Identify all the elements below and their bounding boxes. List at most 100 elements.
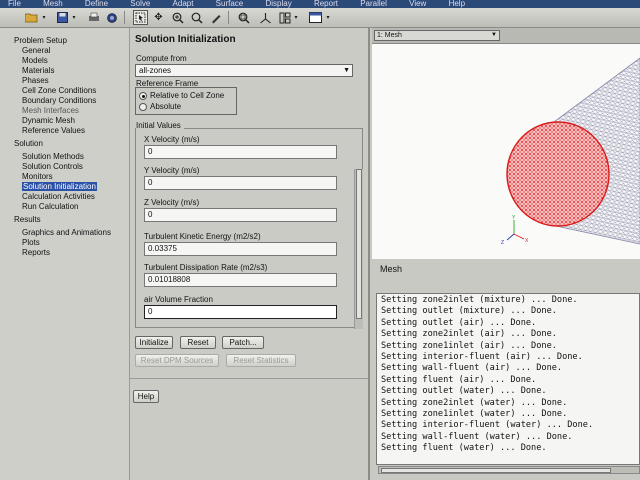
- move-icon[interactable]: ✥: [151, 10, 166, 25]
- chevron-down-icon[interactable]: ▾: [70, 10, 78, 25]
- compute-from-dropdown[interactable]: all-zones ▼: [135, 64, 353, 77]
- initialize-button[interactable]: Initialize: [135, 336, 173, 349]
- menu-mesh[interactable]: Mesh: [43, 0, 63, 8]
- console-line: Setting interior-fluent (water) ... Done…: [381, 420, 594, 431]
- tree-item-solution-initialization[interactable]: Solution Initialization: [0, 182, 129, 192]
- svg-text:X: X: [525, 238, 529, 244]
- print-icon[interactable]: [86, 10, 101, 25]
- reset-statistics-button[interactable]: Reset Statistics: [226, 354, 296, 367]
- radio-relative-to-cell-zone[interactable]: Relative to Cell Zone: [139, 91, 224, 100]
- field-label: Y Velocity (m/s): [144, 166, 200, 175]
- menu-display[interactable]: Display: [265, 0, 291, 8]
- tree-item-mesh-interfaces[interactable]: Mesh Interfaces: [0, 106, 129, 116]
- turbulent-dissipation-rate-input[interactable]: 0.01018808: [144, 273, 337, 287]
- tree-item-monitors[interactable]: Monitors: [0, 172, 129, 182]
- field-label: Turbulent Kinetic Energy (m2/s2): [144, 232, 261, 241]
- tree-item-run-calculation[interactable]: Run Calculation: [0, 202, 129, 212]
- task-panel: Solution Initialization Compute from all…: [130, 28, 370, 480]
- tree-section-results[interactable]: Results: [0, 215, 129, 225]
- menu-bar: File Mesh Define Solve Adapt Surface Dis…: [0, 0, 640, 8]
- tree-item-models[interactable]: Models: [0, 56, 129, 66]
- reset-dpm-sources-button[interactable]: Reset DPM Sources: [135, 354, 219, 367]
- tree-section-problem-setup[interactable]: Problem Setup: [0, 36, 129, 46]
- air-volume-fraction-input[interactable]: 0: [144, 305, 337, 319]
- menu-parallel[interactable]: Parallel: [360, 0, 387, 8]
- tree-item-solution-methods[interactable]: Solution Methods: [0, 152, 129, 162]
- tree-item-boundary-conditions[interactable]: Boundary Conditions: [0, 96, 129, 106]
- tree-item-graphics-and-animations[interactable]: Graphics and Animations: [0, 228, 129, 238]
- navigation-tree: Problem Setup General Models Materials P…: [0, 28, 130, 480]
- save-icon[interactable]: [55, 10, 70, 25]
- axes-icon[interactable]: [258, 10, 273, 25]
- chevron-down-icon[interactable]: ▾: [324, 10, 332, 25]
- console-horizontal-scrollbar[interactable]: [378, 466, 640, 474]
- graphics-viewport[interactable]: Y X Z: [372, 44, 640, 259]
- menu-report[interactable]: Report: [314, 0, 338, 8]
- chevron-down-icon: ▼: [343, 67, 350, 74]
- svg-text:Z: Z: [501, 240, 504, 246]
- console-output[interactable]: Setting zone2inlet (mixture) ... Done. Se…: [376, 293, 640, 465]
- tree-item-calculation-activities[interactable]: Calculation Activities: [0, 192, 129, 202]
- scrollbar-thumb[interactable]: [356, 169, 362, 319]
- zoom-icon[interactable]: [189, 10, 204, 25]
- chevron-down-icon[interactable]: ▾: [292, 10, 300, 25]
- tree-item-phases[interactable]: Phases: [0, 76, 129, 86]
- graphics-window-selected: 1: Mesh: [377, 32, 402, 39]
- tree-section-solution[interactable]: Solution: [0, 139, 129, 149]
- pointer-icon[interactable]: [133, 10, 148, 25]
- radio-label: Absolute: [150, 102, 182, 111]
- probe-icon[interactable]: [208, 10, 223, 25]
- menu-define[interactable]: Define: [85, 0, 108, 8]
- console-line: Setting zone1inlet (water) ... Done.: [381, 409, 568, 420]
- tree-item-plots[interactable]: Plots: [0, 238, 129, 248]
- layout-icon[interactable]: [277, 10, 292, 25]
- menu-surface[interactable]: Surface: [216, 0, 244, 8]
- z-velocity-field: Z Velocity (m/s) 0: [144, 198, 337, 222]
- reset-button[interactable]: Reset: [180, 336, 216, 349]
- tree-item-reference-values[interactable]: Reference Values: [0, 126, 129, 136]
- compute-from-label: Compute from: [136, 54, 187, 63]
- menu-help[interactable]: Help: [449, 0, 465, 8]
- console-line: Setting outlet (air) ... Done.: [381, 317, 537, 328]
- tree-item-general[interactable]: General: [0, 46, 129, 56]
- tree-item-cell-zone-conditions[interactable]: Cell Zone Conditions: [0, 86, 129, 96]
- radio-label: Relative to Cell Zone: [150, 91, 225, 100]
- x-velocity-input[interactable]: 0: [144, 145, 337, 159]
- reference-frame-group: Relative to Cell Zone Absolute: [135, 87, 237, 115]
- menu-file[interactable]: File: [8, 0, 21, 8]
- console-line: Setting fluent (water) ... Done.: [381, 443, 547, 454]
- tree-item-dynamic-mesh[interactable]: Dynamic Mesh: [0, 116, 129, 126]
- scrollbar-thumb[interactable]: [381, 468, 611, 473]
- turbulent-kinetic-energy-input[interactable]: 0.03375: [144, 242, 337, 256]
- window-icon[interactable]: [308, 10, 323, 25]
- toolbar-separator: [228, 11, 229, 24]
- zoom-box-icon[interactable]: [236, 10, 251, 25]
- z-velocity-input[interactable]: 0: [144, 208, 337, 222]
- axes-triad: Y X Z: [501, 215, 529, 246]
- graphics-window-selector[interactable]: 1: Mesh ▼: [374, 30, 500, 41]
- camera-icon[interactable]: [104, 10, 119, 25]
- field-label: Turbulent Dissipation Rate (m2/s3): [144, 263, 268, 272]
- menu-view[interactable]: View: [409, 0, 426, 8]
- patch-button[interactable]: Patch...: [222, 336, 264, 349]
- y-velocity-input[interactable]: 0: [144, 176, 337, 190]
- field-label: Z Velocity (m/s): [144, 198, 200, 207]
- field-label: X Velocity (m/s): [144, 135, 200, 144]
- tree-item-solution-controls[interactable]: Solution Controls: [0, 162, 129, 172]
- toolbar: ▾ ▾ ✥ ▾ ▾: [0, 8, 640, 28]
- compute-from-value: all-zones: [139, 66, 172, 75]
- chevron-down-icon[interactable]: ▾: [40, 10, 48, 25]
- radio-unselected-icon: [139, 102, 147, 111]
- tree-item-reports[interactable]: Reports: [0, 248, 129, 258]
- help-button[interactable]: Help: [133, 390, 159, 403]
- open-folder-icon[interactable]: [24, 10, 39, 25]
- menu-adapt[interactable]: Adapt: [173, 0, 194, 8]
- zoom-in-icon[interactable]: [170, 10, 185, 25]
- menu-solve[interactable]: Solve: [130, 0, 150, 8]
- air-volume-fraction-field: air Volume Fraction 0: [144, 295, 337, 319]
- initial-values-scrollbar[interactable]: [354, 169, 363, 329]
- panel-title: Solution Initialization: [135, 34, 236, 45]
- radio-absolute[interactable]: Absolute: [139, 102, 181, 111]
- tree-item-materials[interactable]: Materials: [0, 66, 129, 76]
- graphics-window-header: 1: Mesh ▼: [372, 28, 640, 44]
